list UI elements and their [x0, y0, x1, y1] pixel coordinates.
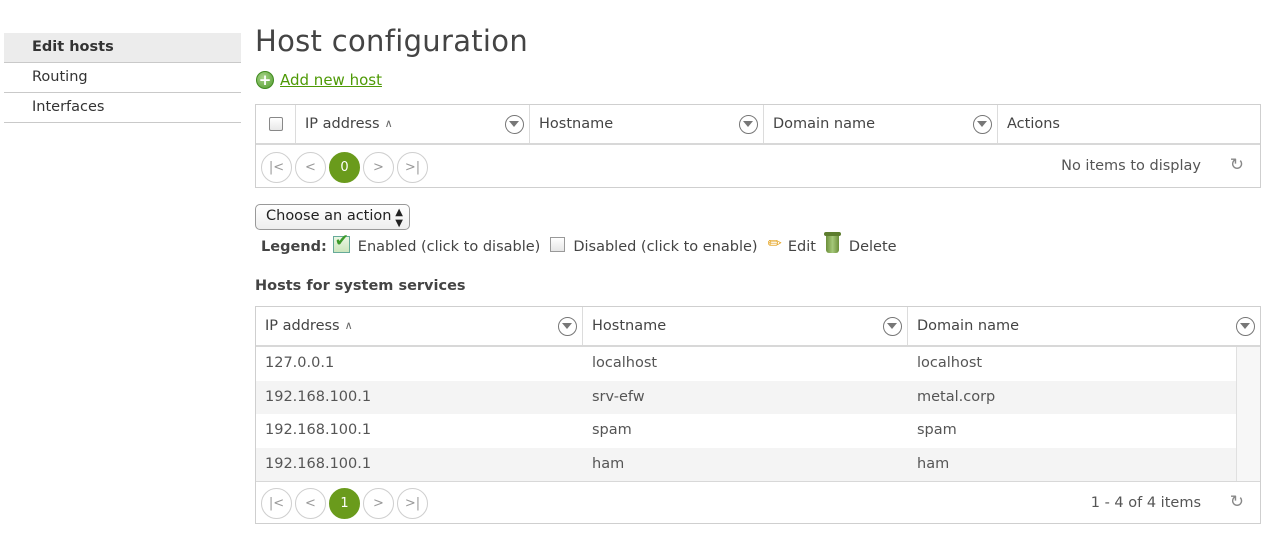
column-label-hostname: Hostname — [539, 116, 614, 132]
refresh-icon[interactable]: ↻ — [1230, 155, 1244, 175]
column-header-ip[interactable]: IP address ∧ — [256, 307, 583, 345]
column-label-actions: Actions — [1007, 116, 1060, 132]
choose-action-select[interactable]: Choose an action ▲ ▼ — [255, 204, 410, 230]
first-page-button[interactable]: |< — [261, 488, 292, 519]
legend-enabled: Enabled (click to disable) — [332, 231, 541, 256]
table-row[interactable]: 192.168.100.1 ham ham — [256, 447, 1236, 481]
legend-edit: ✏ Edit — [767, 234, 816, 257]
cell-hostname: localhost — [592, 355, 658, 371]
filter-icon[interactable] — [1236, 317, 1255, 336]
cell-ip: 192.168.100.1 — [265, 455, 372, 472]
legend-delete: Delete — [823, 231, 897, 257]
filter-icon[interactable] — [505, 115, 524, 134]
column-header-actions: Actions — [998, 105, 1260, 143]
legend-disabled-text: Disabled (click to enable) — [573, 239, 758, 255]
cell-domain: metal.corp — [917, 388, 996, 405]
prev-page-button[interactable]: < — [295, 488, 326, 519]
column-header-domain[interactable]: Domain name — [908, 307, 1260, 345]
hosts-grid: IP address ∧ Hostname Domain name Actions… — [255, 104, 1261, 188]
system-hosts-header: IP address ∧ Hostname Domain name — [256, 307, 1260, 347]
filter-icon[interactable] — [883, 317, 902, 336]
page-title: Host configuration — [255, 24, 529, 58]
disabled-checkbox-icon — [550, 236, 566, 252]
pencil-icon: ✏ — [767, 234, 782, 254]
column-label-domain: Domain name — [773, 116, 875, 132]
table-row[interactable]: 192.168.100.1 spam spam — [256, 414, 1236, 448]
select-all-checkbox[interactable] — [269, 117, 283, 131]
table-row[interactable]: 127.0.0.1 localhost localhost — [256, 347, 1236, 381]
sort-asc-icon: ∧ — [344, 319, 353, 332]
enabled-checkbox-icon — [332, 231, 350, 253]
system-hosts-body: 127.0.0.1 localhost localhost 192.168.10… — [256, 347, 1236, 481]
legend-enabled-text: Enabled (click to disable) — [357, 239, 541, 255]
column-label-ip: IP address — [305, 116, 380, 132]
system-hosts-pager: |< < 1 > >| 1 - 4 of 4 items ↻ — [256, 481, 1260, 525]
column-label-domain: Domain name — [917, 318, 1019, 334]
sidebar-item-routing[interactable]: Routing — [4, 63, 241, 93]
add-new-host-link[interactable]: + Add new host — [256, 71, 382, 89]
filter-icon[interactable] — [739, 115, 758, 134]
refresh-icon[interactable]: ↻ — [1230, 492, 1244, 512]
first-page-button[interactable]: |< — [261, 151, 292, 183]
last-page-button[interactable]: >| — [397, 488, 428, 519]
pager-status: 1 - 4 of 4 items — [1090, 495, 1201, 511]
legend: Legend: Enabled (click to disable) Disab… — [261, 231, 907, 257]
select-all-header — [256, 105, 296, 143]
cell-domain: spam — [917, 422, 957, 438]
last-page-button[interactable]: >| — [397, 151, 428, 183]
pager-status: No items to display — [1061, 158, 1201, 174]
sidebar: Edit hosts Routing Interfaces — [4, 33, 241, 123]
filter-icon[interactable] — [973, 115, 992, 134]
sidebar-item-interfaces[interactable]: Interfaces — [4, 93, 241, 123]
next-page-button[interactable]: > — [363, 488, 394, 519]
column-label-hostname: Hostname — [592, 318, 667, 334]
cell-hostname: spam — [592, 422, 632, 438]
add-new-host-label[interactable]: Add new host — [280, 71, 382, 89]
hosts-grid-pager: |< < 0 > >| No items to display ↻ — [256, 145, 1260, 189]
column-header-hostname[interactable]: Hostname — [583, 307, 908, 345]
sidebar-item-edit-hosts[interactable]: Edit hosts — [4, 33, 241, 63]
legend-disabled: Disabled (click to enable) — [550, 236, 758, 255]
table-row[interactable]: 192.168.100.1 srv-efw metal.corp — [256, 380, 1236, 414]
cell-ip: 192.168.100.1 — [265, 422, 372, 438]
column-label-ip: IP address — [265, 318, 340, 334]
next-page-button[interactable]: > — [363, 151, 394, 183]
legend-label: Legend: — [261, 239, 327, 255]
prev-page-button[interactable]: < — [295, 151, 326, 183]
choose-action-value: Choose an action — [266, 208, 392, 224]
column-header-ip[interactable]: IP address ∧ — [296, 105, 530, 143]
filter-icon[interactable] — [558, 317, 577, 336]
select-arrows-icon: ▲ ▼ — [395, 207, 403, 229]
cell-domain: localhost — [917, 355, 983, 371]
column-header-hostname[interactable]: Hostname — [530, 105, 764, 143]
current-page-button[interactable]: 1 — [329, 488, 360, 519]
vertical-scrollbar[interactable] — [1236, 347, 1260, 481]
cell-hostname: srv-efw — [592, 388, 645, 405]
sort-asc-icon: ∧ — [384, 117, 393, 130]
cell-hostname: ham — [592, 455, 625, 472]
system-hosts-grid: IP address ∧ Hostname Domain name 127.0.0… — [255, 306, 1261, 524]
cell-ip: 192.168.100.1 — [265, 388, 372, 405]
cell-ip: 127.0.0.1 — [265, 355, 335, 371]
add-icon: + — [256, 71, 274, 89]
legend-edit-text: Edit — [787, 239, 816, 255]
column-header-domain[interactable]: Domain name — [764, 105, 998, 143]
hosts-grid-header: IP address ∧ Hostname Domain name Actions — [256, 105, 1260, 145]
trash-icon — [823, 231, 841, 253]
legend-delete-text: Delete — [848, 239, 897, 255]
cell-domain: ham — [917, 455, 950, 472]
current-page-button[interactable]: 0 — [329, 151, 360, 183]
system-hosts-title: Hosts for system services — [255, 278, 466, 294]
